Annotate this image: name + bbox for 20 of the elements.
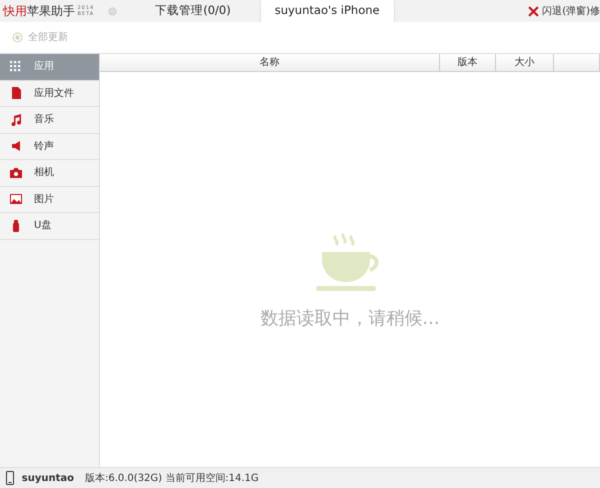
repair-button[interactable]: 闪退(弹窗)修: [522, 2, 600, 20]
loading-message: 数据读取中，请稍候...: [260, 307, 440, 331]
usb-icon: [10, 220, 22, 232]
column-header: 名称: [100, 54, 440, 71]
tab[interactable]: 下载管理(0/0): [141, 0, 245, 22]
grid-icon: [10, 60, 22, 73]
image-icon: [10, 193, 22, 206]
device-name: suyuntao: [22, 472, 74, 486]
camera-icon: [10, 166, 22, 179]
phone-icon: [6, 471, 14, 485]
music-icon: [10, 114, 22, 126]
file-icon: [10, 87, 22, 100]
brand-name: 苹果助手: [26, 3, 75, 20]
tab[interactable]: suyuntao's iPhone: [260, 0, 394, 22]
speaker-icon: [10, 140, 22, 152]
brand-name: 快用: [2, 3, 27, 20]
column-header: 版本: [440, 54, 496, 71]
column-header: 大小: [496, 54, 554, 71]
device-info: 版本:6.0.0(32G) 当前可用空间:14.1G: [84, 472, 259, 486]
circle-icon[interactable]: [108, 6, 118, 16]
